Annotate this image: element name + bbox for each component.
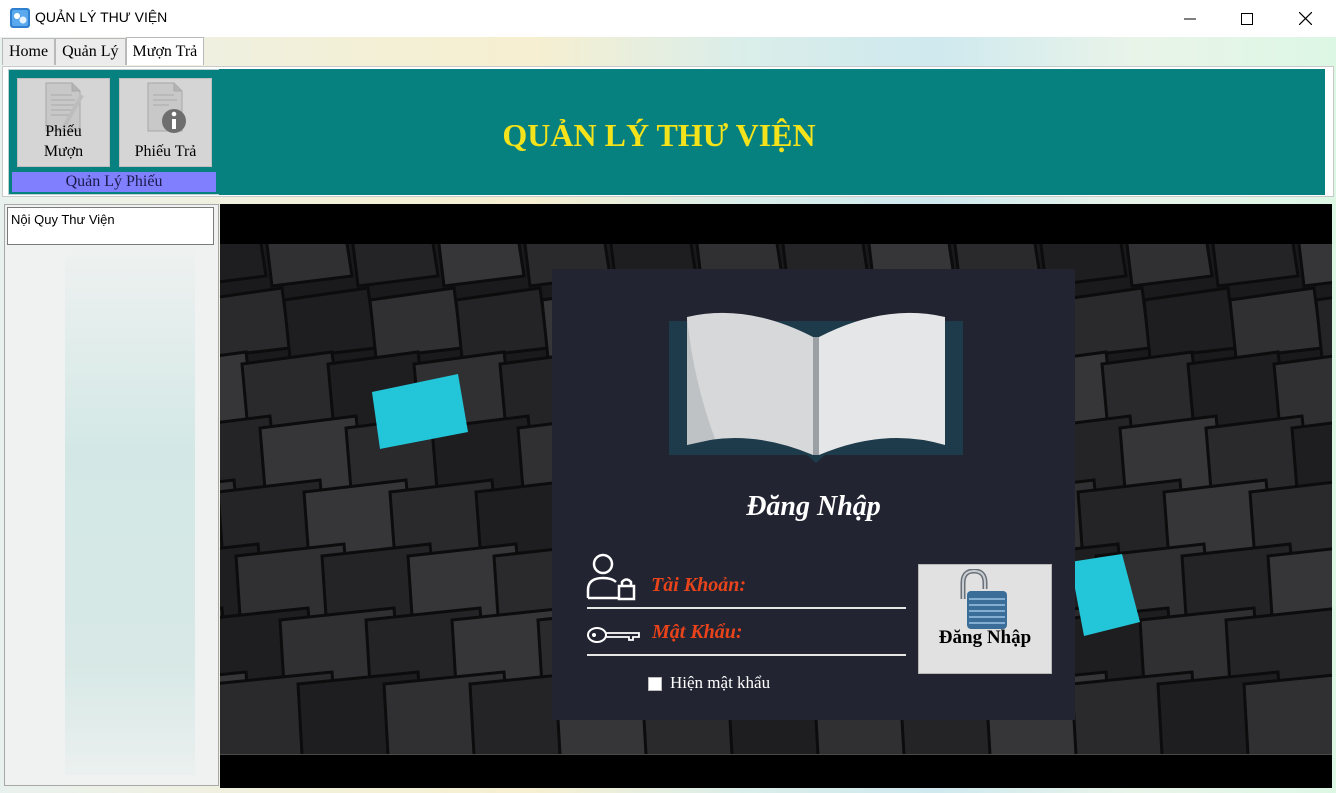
cube-tile (220, 286, 292, 358)
login-heading: Đăng Nhập (746, 491, 881, 522)
username-underline (587, 607, 906, 609)
window-title: QUẢN LÝ THƯ VIỆN (35, 9, 168, 25)
left-panel-background (65, 235, 195, 775)
login-button-label: Đăng Nhập (938, 627, 1032, 648)
unlock-server-icon (960, 569, 1007, 629)
cube-tile (368, 286, 464, 360)
tab-muon-tra[interactable]: Mượn Trả (125, 37, 205, 65)
password-label: Mật Khẩu: (652, 621, 743, 643)
minimize-icon (1184, 18, 1196, 19)
phieu-muon-label-2: Mượn (43, 143, 84, 160)
ribbon-group-quan-ly-phieu: Phiếu Mượn Phiếu Trả Quản Lý Phiếu (8, 69, 220, 195)
phieu-tra-label: Phiếu Trả (134, 143, 197, 160)
cube-tile (1228, 286, 1324, 360)
app-library-icon (10, 8, 30, 28)
ribbon-tabs: Home Quản Lý Mượn Trả (2, 37, 205, 66)
header-banner: QUẢN LÝ THƯ VIỆN (219, 69, 1325, 195)
key-icon (587, 627, 640, 643)
user-lock-icon (586, 553, 636, 601)
main-area: Đăng Nhập Tài Khoản: Mật Khẩu: Hiện mật … (220, 204, 1332, 788)
login-panel: Đăng Nhập Tài Khoản: Mật Khẩu: Hiện mật … (552, 269, 1075, 720)
show-password-label[interactable]: Hiện mật khẩu (670, 673, 770, 693)
show-password-checkbox[interactable] (648, 677, 662, 691)
tab-home[interactable]: Home (2, 38, 56, 65)
maximize-button[interactable] (1218, 0, 1276, 37)
left-panel: Nội Quy Thư Viện (4, 204, 219, 786)
phieu-muon-label-1: Phiếu (45, 123, 82, 140)
cube-tile (282, 286, 378, 360)
close-icon (1298, 12, 1312, 25)
ribbon: Phiếu Mượn Phiếu Trả Quản Lý Phiếu QUẢN … (2, 66, 1334, 197)
title-bar: QUẢN LÝ THƯ VIỆN (0, 0, 1336, 37)
cube-tile (454, 286, 550, 360)
rules-listbox[interactable]: Nội Quy Thư Viện (7, 207, 214, 245)
main-bottom-divider (220, 754, 1332, 755)
ribbon-group-label: Quản Lý Phiếu (12, 172, 216, 192)
banner-title: QUẢN LÝ THƯ VIỆN (502, 117, 816, 153)
document-info-icon (147, 82, 186, 133)
open-book-icon (669, 312, 963, 463)
cube-tile (1142, 286, 1238, 360)
tab-quan-ly[interactable]: Quản Lý (55, 38, 126, 65)
cube-tile (1297, 244, 1332, 288)
password-input[interactable] (752, 618, 902, 644)
maximize-icon (1241, 12, 1253, 25)
username-label: Tài Khoản: (651, 574, 747, 596)
minimize-button[interactable] (1161, 0, 1219, 37)
login-button[interactable]: Đăng Nhập (918, 564, 1052, 674)
username-input[interactable] (752, 571, 902, 597)
cube-tile (1242, 673, 1332, 754)
list-item-noi-quy[interactable]: Nội Quy Thư Viện (11, 212, 115, 227)
phieu-tra-button[interactable]: Phiếu Trả (119, 78, 212, 167)
password-underline (587, 654, 906, 656)
phieu-muon-button[interactable]: Phiếu Mượn (17, 78, 110, 167)
close-button[interactable] (1276, 0, 1334, 37)
